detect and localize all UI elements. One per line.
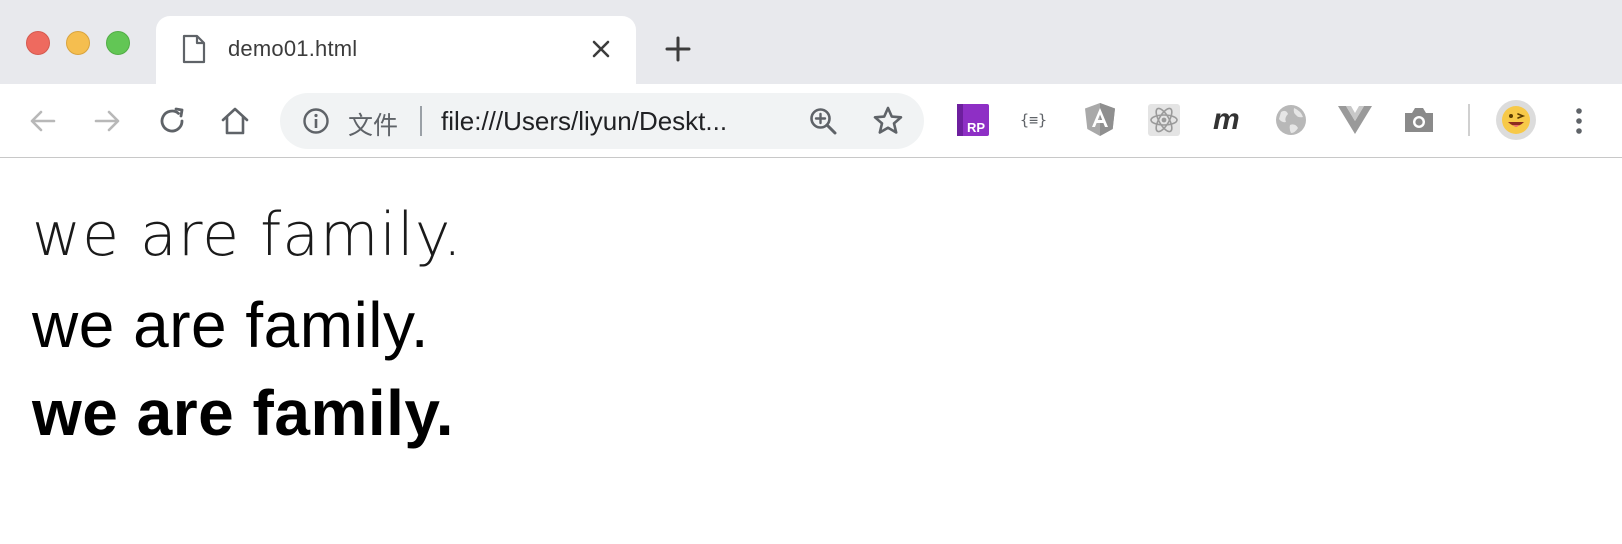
screenshot-camera-icon[interactable] — [1399, 100, 1439, 140]
emoji-avatar[interactable] — [1494, 98, 1538, 142]
svg-text:RP: RP — [967, 120, 985, 135]
more-menu-icon[interactable] — [1562, 104, 1596, 138]
globe-extension-icon[interactable] — [1271, 100, 1311, 140]
page-content: we are family. we are family. we are fam… — [0, 158, 1622, 544]
text-line-normal: we are family. — [32, 289, 430, 361]
reload-icon[interactable] — [155, 104, 189, 138]
home-icon[interactable] — [218, 104, 252, 138]
react-devtools-icon[interactable] — [1144, 100, 1184, 140]
angular-devtools-icon[interactable] — [1080, 100, 1120, 140]
svg-text:m: m — [1213, 103, 1240, 136]
window-maximize-button[interactable] — [106, 31, 130, 55]
scheme-label: 文件 — [348, 112, 399, 140]
new-tab-plus-icon[interactable] — [664, 35, 692, 63]
text-line-bold: we are family. — [32, 377, 455, 449]
browser-window: demo01.html 文件 file:///Users/liyun/Deskt… — [0, 0, 1622, 544]
info-icon[interactable] — [302, 107, 330, 135]
toolbar-divider — [1468, 104, 1470, 136]
address-bar[interactable]: 文件 file:///Users/liyun/Deskt... — [280, 93, 924, 149]
vue-devtools-icon[interactable] — [1335, 100, 1375, 140]
document-icon — [182, 34, 206, 64]
text-line-thin: we are family. — [32, 200, 463, 270]
star-icon[interactable] — [872, 105, 904, 137]
window-close-button[interactable] — [26, 31, 50, 55]
arrow-right-icon[interactable] — [90, 104, 124, 138]
zoom-in-icon[interactable] — [808, 106, 838, 136]
tab-close-icon[interactable] — [588, 36, 614, 62]
axure-rp-extension-icon[interactable]: RP — [953, 100, 993, 140]
tab-strip: demo01.html — [0, 0, 1622, 84]
arrow-left-icon[interactable] — [26, 104, 60, 138]
window-minimize-button[interactable] — [66, 31, 90, 55]
omnibox-divider — [420, 106, 422, 136]
mockplus-icon[interactable]: m — [1207, 100, 1247, 140]
tab-demo01[interactable]: demo01.html — [156, 16, 636, 84]
url-text[interactable]: file:///Users/liyun/Deskt... — [441, 106, 727, 137]
browser-toolbar: 文件 file:///Users/liyun/Deskt... RP {≡} m — [0, 84, 1622, 158]
tab-title: demo01.html — [228, 36, 358, 61]
svg-text:{≡}: {≡} — [1020, 111, 1047, 129]
json-formatter-icon[interactable]: {≡} — [1016, 100, 1056, 140]
